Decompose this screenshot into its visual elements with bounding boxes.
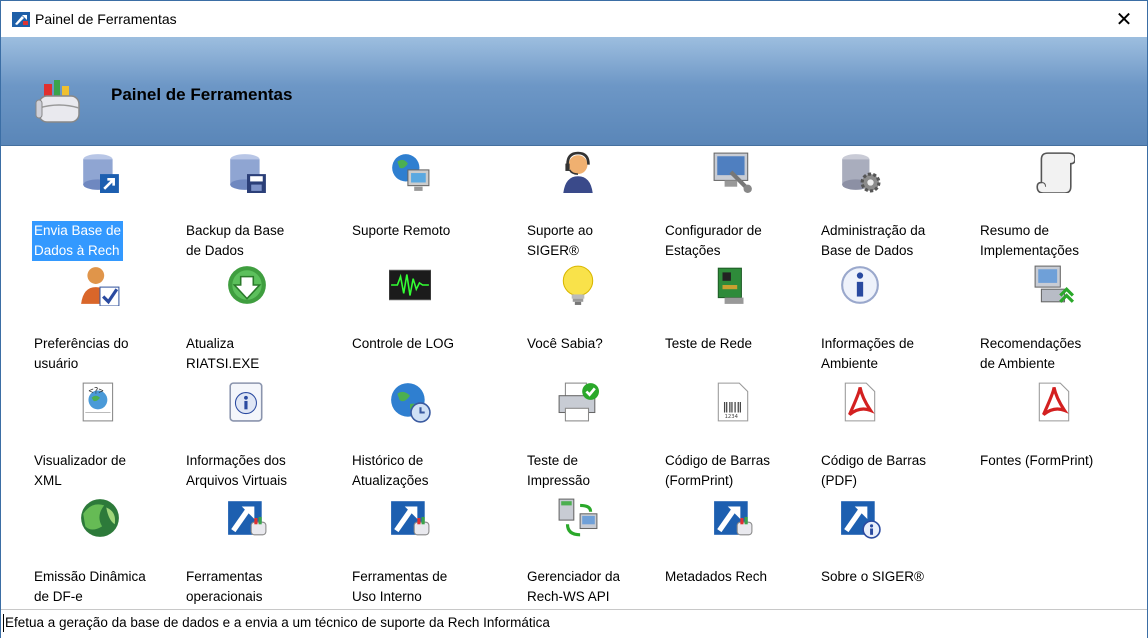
tool-tile[interactable]: Atualiza RIATSI.EXE: [186, 264, 336, 384]
support-headset-icon: [563, 151, 593, 193]
tool-label: Teste de Rede: [665, 336, 753, 351]
tool-tile[interactable]: Informações dos Arquivos Virtuais: [186, 381, 336, 501]
rech-toolbox-icon: [228, 501, 267, 536]
xml-viewer-icon: <?>: [82, 382, 114, 422]
computer-upgrade-icon: [1034, 265, 1075, 303]
tool-tile[interactable]: Histórico de Atualizações: [352, 381, 502, 501]
tool-label: Informações dos Arquivos Virtuais: [186, 453, 288, 488]
tool-tile[interactable]: Emissão Dinâmica de DF-e: [34, 497, 184, 617]
banner-title: Painel de Ferramentas: [111, 85, 293, 104]
database-admin-icon: [842, 154, 881, 193]
history-globe-icon: [391, 383, 431, 423]
tool-tile[interactable]: Metadados Rech: [665, 497, 815, 617]
status-bar: Efetua a geração da base de dados e a en…: [1, 609, 1147, 638]
text-caret: [3, 614, 4, 632]
pdf-fonts-icon: [1038, 382, 1070, 422]
tool-tile[interactable]: Gerenciador da Rech-WS API: [527, 497, 677, 617]
tool-label: Envia Base de Dados à Rech: [32, 221, 124, 261]
tool-tile[interactable]: Teste de Rede: [665, 264, 815, 384]
status-text: Efetua a geração da base de dados e a en…: [5, 615, 550, 630]
tool-tile[interactable]: Ferramentas operacionais: [186, 497, 336, 617]
tool-label: Suporte Remoto: [352, 223, 451, 238]
tool-label: Backup da Base de Dados: [186, 223, 285, 258]
station-config-icon: [713, 152, 752, 193]
tool-label: Controle de LOG: [352, 336, 455, 351]
tool-label: Código de Barras (PDF): [821, 453, 927, 488]
tool-tile[interactable]: Teste de Impressão: [527, 381, 677, 501]
tool-panel-window: Painel de Ferramentas ✕ Painel de Ferram…: [0, 0, 1148, 638]
log-monitor-icon: [389, 269, 431, 301]
tool-tile[interactable]: Recomendações de Ambiente: [980, 264, 1130, 384]
tool-tile[interactable]: Backup da Base de Dados: [186, 151, 336, 271]
dfe-globe-icon: [81, 499, 119, 537]
info-document-icon: [229, 382, 263, 422]
tool-label: Teste de Impressão: [527, 453, 591, 488]
tool-tile[interactable]: Fontes (FormPrint): [980, 381, 1130, 501]
database-backup-icon: [230, 154, 266, 193]
tool-label: Visualizador de XML: [34, 453, 127, 488]
tool-label: Fontes (FormPrint): [980, 453, 1094, 468]
tool-grid: Envia Base de Dados à Rech Backup da Base…: [1, 151, 1147, 607]
tool-label: Emissão Dinâmica de DF-e: [34, 569, 146, 604]
tool-label: Configurador de Estações: [665, 223, 762, 258]
svg-text:1234: 1234: [725, 414, 739, 420]
tool-label: Suporte ao SIGER®: [527, 223, 594, 258]
tool-tile[interactable]: Administração da Base de Dados: [821, 151, 971, 271]
tool-tile[interactable]: Você Sabia?: [527, 264, 677, 384]
update-download-icon: [228, 266, 266, 304]
tool-tile[interactable]: Sobre o SIGER®: [821, 497, 971, 617]
tool-label: Ferramentas de Uso Interno: [352, 569, 448, 604]
tool-tile[interactable]: Controle de LOG: [352, 264, 502, 384]
title-bar[interactable]: Painel de Ferramentas ✕: [1, 1, 1147, 37]
lightbulb-icon: [562, 265, 594, 305]
pdf-icon: [844, 382, 876, 422]
rech-toolbox-icon: [391, 501, 430, 536]
scroll-icon: [1036, 152, 1075, 193]
tool-label: Preferências do usuário: [34, 336, 129, 371]
tool-label: Administração da Base de Dados: [821, 223, 926, 258]
remote-support-globe-icon: [392, 154, 430, 191]
rech-toolbox-icon: [714, 501, 753, 536]
tool-tile[interactable]: <?> Visualizador de XML: [34, 381, 184, 501]
network-card-icon: [717, 267, 744, 304]
printer-check-icon: [558, 382, 599, 422]
tool-tile[interactable]: Envia Base de Dados à Rech: [32, 151, 184, 271]
tool-label: Informações de Ambiente: [821, 336, 915, 371]
tool-label: Histórico de Atualizações: [352, 453, 429, 488]
tool-tile[interactable]: Suporte ao SIGER®: [527, 151, 677, 271]
barcode-document-icon: 1234: [717, 382, 749, 422]
tool-tile[interactable]: Suporte Remoto: [352, 151, 502, 271]
tool-label: Recomendações de Ambiente: [980, 336, 1082, 371]
tool-tile[interactable]: Código de Barras (PDF): [821, 381, 971, 501]
window-title: Painel de Ferramentas: [35, 11, 177, 27]
tool-tile[interactable]: Ferramentas de Uso Interno: [352, 497, 502, 617]
tool-label: Gerenciador da Rech-WS API: [527, 569, 621, 604]
tool-label: Você Sabia?: [527, 336, 603, 351]
header-banner: Painel de Ferramentas: [1, 37, 1147, 146]
database-send-icon: [83, 154, 119, 193]
svg-text:<?>: <?>: [88, 386, 103, 396]
rech-info-icon: [841, 501, 881, 539]
tool-tile[interactable]: Informações de Ambiente: [821, 264, 971, 384]
tool-label: Atualiza RIATSI.EXE: [186, 336, 260, 371]
toolbox-icon: [35, 80, 80, 123]
tool-label: Sobre o SIGER®: [821, 569, 924, 584]
rech-app-icon: [12, 12, 30, 27]
tool-label: Código de Barras (FormPrint): [665, 453, 771, 488]
close-button[interactable]: ✕: [1101, 1, 1147, 37]
tool-tile[interactable]: Resumo de Implementações: [980, 151, 1130, 271]
tool-tile[interactable]: Preferências do usuário: [34, 264, 184, 384]
tool-label: Resumo de Implementações: [980, 223, 1080, 258]
servers-sync-icon: [558, 498, 598, 537]
tool-label: Ferramentas operacionais: [186, 569, 263, 604]
user-preferences-icon: [81, 267, 120, 306]
tool-label: Metadados Rech: [665, 569, 768, 584]
info-icon: [841, 266, 879, 304]
tool-tile[interactable]: 1234 Código de Barras (FormPrint): [665, 381, 815, 501]
tool-tile[interactable]: Configurador de Estações: [665, 151, 815, 271]
